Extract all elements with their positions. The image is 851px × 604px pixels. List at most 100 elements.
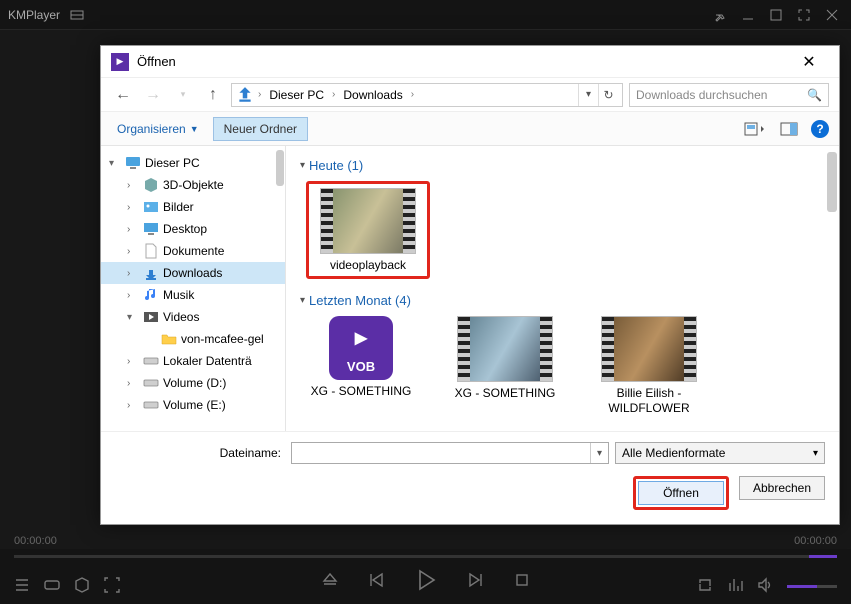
stop-icon[interactable] (513, 571, 531, 592)
next-track-icon[interactable] (467, 571, 485, 592)
time-elapsed: 00:00:00 (14, 535, 57, 547)
organize-button[interactable]: Organisieren▼ (111, 119, 205, 139)
breadcrumb-refresh-icon[interactable]: ↻ (598, 84, 618, 106)
nav-recent-icon[interactable]: ▾ (171, 83, 195, 107)
chevron-right-icon: › (256, 89, 263, 100)
file-list[interactable]: ▾Heute (1) videoplayback ▾Letzten Monat … (286, 146, 839, 431)
video-thumbnail (601, 316, 697, 382)
group-header-lastmonth[interactable]: ▾Letzten Monat (4) (300, 293, 825, 308)
documents-icon (143, 243, 159, 259)
file-item-xg-vob[interactable]: VOB XG - SOMETHING (306, 316, 416, 415)
maximize-icon[interactable] (765, 4, 787, 26)
desktop-icon (143, 221, 159, 237)
chevron-down-icon: ▾ (109, 158, 121, 169)
group-header-today[interactable]: ▾Heute (1) (300, 158, 825, 173)
capture-icon[interactable] (104, 577, 120, 596)
folder-tree[interactable]: ▾ Dieser PC ›3D-Objekte ›Bilder ›Desktop… (101, 146, 286, 431)
chevron-down-icon[interactable]: ▾ (590, 443, 608, 463)
volume-icon[interactable] (757, 577, 773, 596)
repeat-icon[interactable] (697, 577, 713, 596)
pictures-icon (143, 199, 159, 215)
tree-item-desktop[interactable]: ›Desktop (101, 218, 285, 240)
tree-item-mcafee[interactable]: von-mcafee-gel (101, 328, 285, 350)
nav-up-icon[interactable]: ↑ (201, 83, 225, 107)
cancel-button[interactable]: Abbrechen (739, 476, 825, 500)
music-icon (143, 287, 159, 303)
breadcrumb-seg-downloads[interactable]: Downloads (339, 86, 406, 104)
chevron-right-icon: › (127, 180, 139, 191)
search-icon: 🔍 (807, 88, 822, 102)
equalizer-icon[interactable] (727, 577, 743, 596)
cube-icon (143, 177, 159, 193)
drive-icon (143, 397, 159, 413)
video-thumbnail (320, 188, 416, 254)
preview-pane-icon[interactable] (777, 120, 801, 138)
video-thumbnail (457, 316, 553, 382)
timeline-slider[interactable] (14, 555, 837, 558)
chevron-right-icon: › (127, 400, 139, 411)
chevron-right-icon: › (409, 89, 416, 100)
vr-icon[interactable] (44, 577, 60, 596)
breadcrumb-dropdown-icon[interactable]: ▾ (578, 84, 598, 106)
filename-label: Dateiname: (115, 446, 285, 460)
content-scrollbar[interactable] (827, 152, 837, 212)
file-item-billie[interactable]: Billie Eilish - WILDFLOWER (594, 316, 704, 415)
kmplayer-app-icon (111, 53, 129, 71)
pc-icon (125, 155, 141, 171)
chevron-right-icon: › (127, 356, 139, 367)
dialog-titlebar: Öffnen ✕ (101, 46, 839, 78)
file-item-videoplayback[interactable]: videoplayback (313, 188, 423, 272)
playlist-icon[interactable] (14, 577, 30, 596)
downloads-icon (143, 265, 159, 281)
chevron-right-icon: › (330, 89, 337, 100)
fullscreen-icon[interactable] (793, 4, 815, 26)
nav-back-icon[interactable]: ← (111, 83, 135, 107)
file-item-xg-video[interactable]: XG - SOMETHING (450, 316, 560, 415)
chevron-right-icon: › (127, 202, 139, 213)
filename-input[interactable]: ▾ (291, 442, 609, 464)
tree-item-videos[interactable]: ▾Videos (101, 306, 285, 328)
open-button[interactable]: Öffnen (638, 481, 724, 505)
tree-item-localdisk[interactable]: ›Lokaler Datenträ (101, 350, 285, 372)
tree-item-volume-e[interactable]: ›Volume (E:) (101, 394, 285, 416)
time-total: 00:00:00 (794, 535, 837, 547)
close-icon[interactable] (821, 4, 843, 26)
player-controls: 00:00:00 00:00:00 (0, 549, 851, 604)
tree-item-bilder[interactable]: ›Bilder (101, 196, 285, 218)
dialog-close-icon[interactable]: ✕ (789, 52, 829, 72)
breadcrumb[interactable]: › Dieser PC › Downloads › ▾ ↻ (231, 83, 623, 107)
kmplayer-menu-icon[interactable] (66, 4, 88, 26)
minimize-icon[interactable] (737, 4, 759, 26)
pin-icon[interactable] (709, 4, 731, 26)
cube3d-icon[interactable] (74, 577, 90, 596)
download-location-icon (236, 86, 254, 104)
tree-item-musik[interactable]: ›Musik (101, 284, 285, 306)
drive-icon (143, 353, 159, 369)
tree-scrollbar[interactable] (276, 150, 284, 186)
nav-forward-icon[interactable]: → (141, 83, 165, 107)
breadcrumb-seg-pc[interactable]: Dieser PC (265, 86, 328, 104)
videos-icon (143, 309, 159, 325)
tree-item-volume-d[interactable]: ›Volume (D:) (101, 372, 285, 394)
tree-item-3d[interactable]: ›3D-Objekte (101, 174, 285, 196)
highlight-box: videoplayback (306, 181, 430, 279)
volume-slider[interactable] (787, 585, 837, 588)
chevron-down-icon: ▾ (300, 295, 305, 306)
chevron-down-icon: ▾ (300, 160, 305, 171)
tree-root-pc[interactable]: ▾ Dieser PC (101, 152, 285, 174)
play-icon[interactable] (413, 567, 439, 596)
chevron-right-icon: › (127, 378, 139, 389)
help-icon[interactable]: ? (811, 120, 829, 138)
tree-item-dokumente[interactable]: ›Dokumente (101, 240, 285, 262)
file-type-filter[interactable]: Alle Medienformate▾ (615, 442, 825, 464)
chevron-right-icon: › (127, 268, 139, 279)
prev-track-icon[interactable] (367, 571, 385, 592)
kmplayer-title: KMPlayer (8, 8, 60, 22)
vob-icon: VOB (329, 316, 393, 380)
view-mode-icon[interactable] (743, 120, 767, 138)
search-input[interactable]: Downloads durchsuchen 🔍 (629, 83, 829, 107)
tree-item-downloads[interactable]: ›Downloads (101, 262, 285, 284)
eject-icon[interactable] (321, 571, 339, 592)
new-folder-button[interactable]: Neuer Ordner (213, 117, 308, 141)
chevron-right-icon: › (127, 246, 139, 257)
